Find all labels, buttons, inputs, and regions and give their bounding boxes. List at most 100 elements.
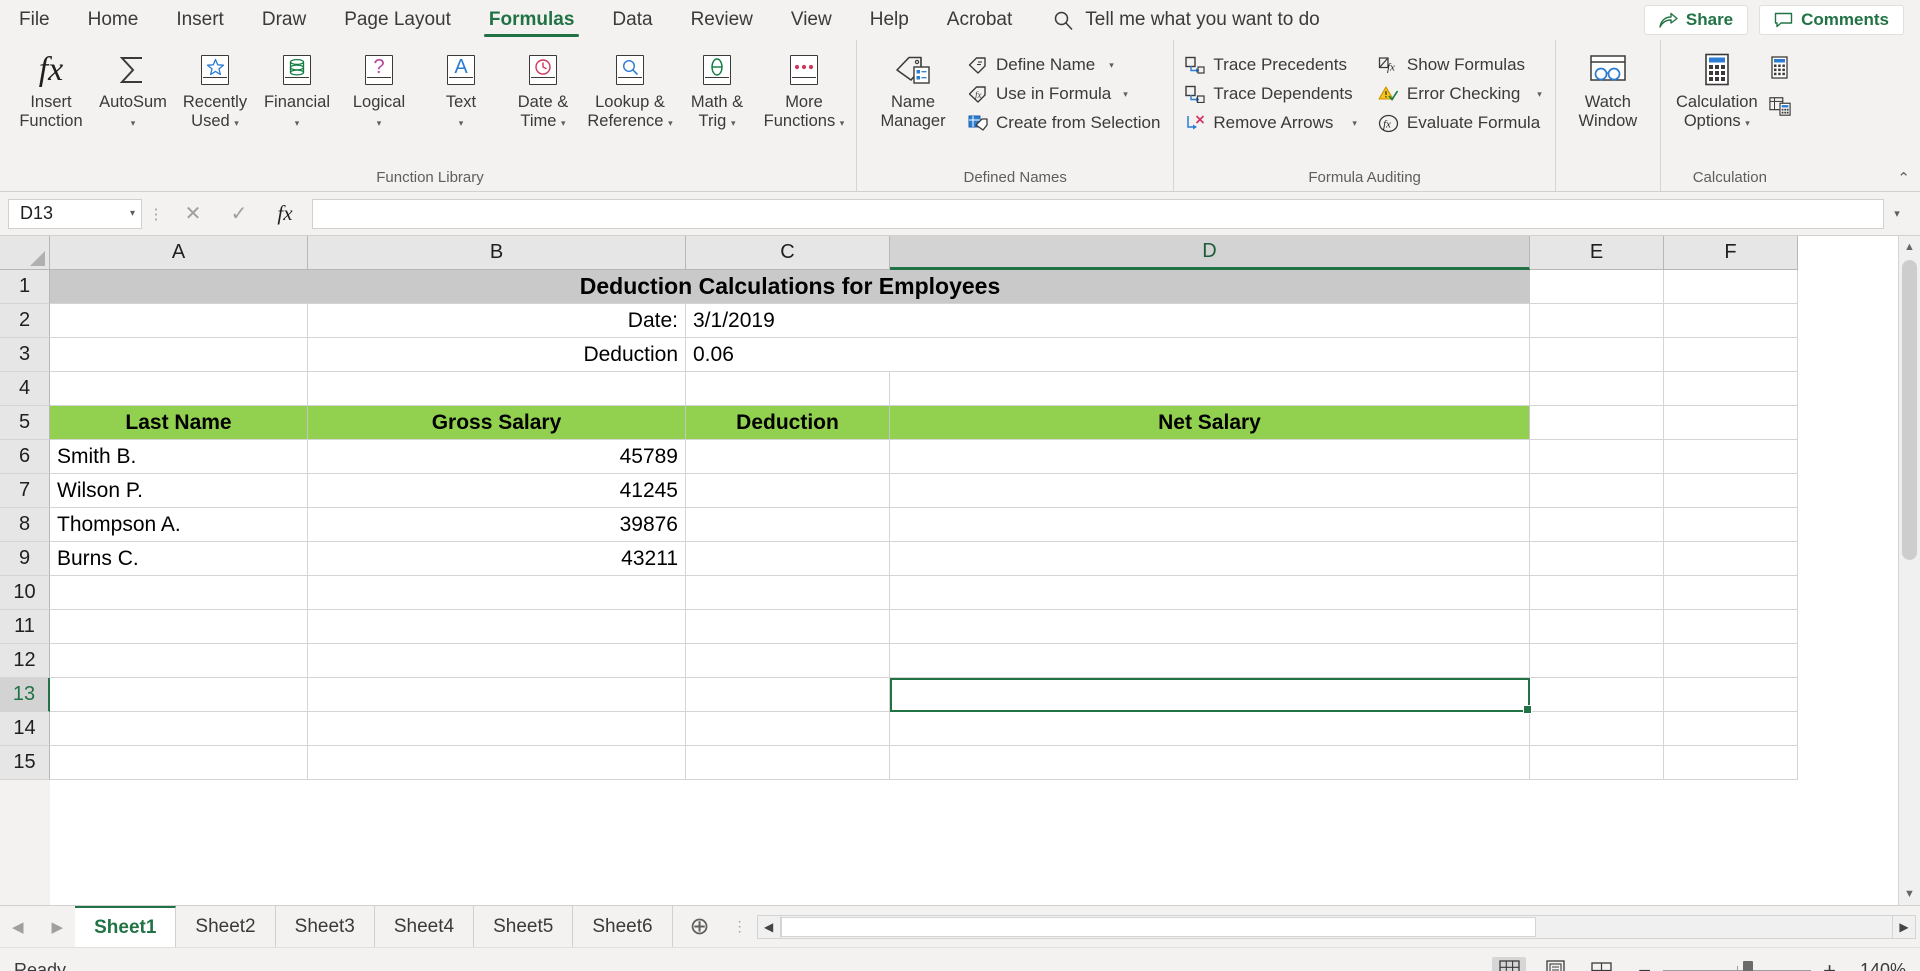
chevron-down-icon[interactable]: ▾ xyxy=(1537,89,1542,99)
cell-F8[interactable] xyxy=(1664,508,1798,542)
cell-F7[interactable] xyxy=(1664,474,1798,508)
financial-button[interactable]: Financial ▾ xyxy=(256,45,338,135)
cell-E9[interactable] xyxy=(1530,542,1664,576)
name-box-resize-handle[interactable]: ⋮ xyxy=(142,205,170,223)
trace-precedents-button[interactable]: Trace Precedents xyxy=(1180,52,1364,78)
vertical-scrollbar[interactable]: ▲ ▼ xyxy=(1898,236,1920,905)
cell-E6[interactable] xyxy=(1530,440,1664,474)
chevron-down-icon[interactable]: ▾ xyxy=(561,118,566,128)
lookup-reference-button[interactable]: Lookup & Reference ▾ xyxy=(584,45,676,135)
chevron-down-icon[interactable]: ▾ xyxy=(377,118,382,128)
cell-F15[interactable] xyxy=(1664,746,1798,780)
calculate-now-button[interactable] xyxy=(1767,55,1793,81)
chevron-down-icon[interactable]: ▾ xyxy=(1109,60,1114,70)
chevron-down-icon[interactable]: ▾ xyxy=(131,118,136,128)
horizontal-scroll-track[interactable] xyxy=(780,914,1892,939)
cell-D8[interactable] xyxy=(890,508,1530,542)
row-header-5[interactable]: 5 xyxy=(0,406,50,440)
cell-E5[interactable] xyxy=(1530,406,1664,440)
cell-F2[interactable] xyxy=(1664,304,1798,338)
collapse-ribbon-button[interactable]: ⌃ xyxy=(1897,169,1910,187)
cell-A3[interactable] xyxy=(50,338,308,372)
cell-A14[interactable] xyxy=(50,712,308,746)
next-sheet-button[interactable]: ▶ xyxy=(46,918,70,936)
cell-B11[interactable] xyxy=(308,610,686,644)
cell-E4[interactable] xyxy=(1530,372,1664,406)
tell-me-box[interactable]: Tell me what you want to do xyxy=(1031,0,1333,40)
comments-button[interactable]: Comments xyxy=(1759,5,1904,35)
cell-C9[interactable] xyxy=(686,542,890,576)
cell-B5[interactable]: Gross Salary xyxy=(308,406,686,440)
error-checking-button[interactable]: Error Checking ▾ xyxy=(1374,81,1549,107)
chevron-down-icon[interactable]: ▾ xyxy=(1352,118,1357,128)
sheet-tab-sheet6[interactable]: Sheet6 xyxy=(573,906,673,947)
cell-D4[interactable] xyxy=(890,372,1530,406)
insert-function-icon[interactable]: fx xyxy=(262,199,308,229)
expand-formula-bar-button[interactable]: ▾ xyxy=(1884,207,1910,220)
ribbon-tab-review[interactable]: Review xyxy=(672,0,772,40)
cell-C15[interactable] xyxy=(686,746,890,780)
cell-E10[interactable] xyxy=(1530,576,1664,610)
ribbon-tab-page-layout[interactable]: Page Layout xyxy=(325,0,470,40)
chevron-down-icon[interactable]: ▾ xyxy=(1123,89,1128,99)
row-header-8[interactable]: 8 xyxy=(0,508,50,542)
confirm-icon[interactable]: ✓ xyxy=(216,199,262,229)
cell-A11[interactable] xyxy=(50,610,308,644)
define-name-button[interactable]: Define Name ▾ xyxy=(963,52,1167,78)
logical-button[interactable]: ? Logical ▾ xyxy=(338,45,420,135)
column-header-a[interactable]: A xyxy=(50,236,308,270)
evaluate-formula-button[interactable]: fx Evaluate Formula xyxy=(1374,110,1549,136)
cell-C7[interactable] xyxy=(686,474,890,508)
vertical-scroll-thumb[interactable] xyxy=(1902,260,1917,560)
cell-B7[interactable]: 41245 xyxy=(308,474,686,508)
date-time-button[interactable]: Date & Time ▾ xyxy=(502,45,584,135)
scroll-right-button[interactable]: ▶ xyxy=(1892,914,1916,939)
ribbon-tab-help[interactable]: Help xyxy=(851,0,928,40)
cell-E14[interactable] xyxy=(1530,712,1664,746)
cell-B3[interactable]: Deduction xyxy=(308,338,686,372)
text-button[interactable]: A Text ▾ xyxy=(420,45,502,135)
chevron-down-icon[interactable]: ▾ xyxy=(459,118,464,128)
name-box[interactable]: D13 ▾ xyxy=(8,198,142,229)
zoom-in-button[interactable]: + xyxy=(1823,959,1836,971)
ribbon-tab-home[interactable]: Home xyxy=(69,0,158,40)
cell-F13[interactable] xyxy=(1664,678,1798,712)
row-header-6[interactable]: 6 xyxy=(0,440,50,474)
scroll-down-button[interactable]: ▼ xyxy=(1899,883,1920,905)
cell-C6[interactable] xyxy=(686,440,890,474)
horizontal-scroll-thumb[interactable] xyxy=(780,916,1537,937)
cell-C10[interactable] xyxy=(686,576,890,610)
cell-E8[interactable] xyxy=(1530,508,1664,542)
sheet-tab-sheet2[interactable]: Sheet2 xyxy=(176,906,276,947)
create-from-selection-button[interactable]: Create from Selection xyxy=(963,110,1167,136)
sheet-tab-sheet1[interactable]: Sheet1 xyxy=(75,906,177,947)
add-sheet-icon[interactable]: ⊕ xyxy=(673,906,727,947)
scroll-left-button[interactable]: ◀ xyxy=(756,914,781,939)
cell-A4[interactable] xyxy=(50,372,308,406)
cell-E13[interactable] xyxy=(1530,678,1664,712)
cell-B6[interactable]: 45789 xyxy=(308,440,686,474)
zoom-slider-thumb[interactable] xyxy=(1743,960,1754,971)
cell-C14[interactable] xyxy=(686,712,890,746)
ribbon-tab-formulas[interactable]: Formulas xyxy=(470,0,594,40)
recently-used-button[interactable]: Recently Used ▾ xyxy=(174,45,256,135)
row-header-11[interactable]: 11 xyxy=(0,610,50,644)
cell-B4[interactable] xyxy=(308,372,686,406)
cell-D9[interactable] xyxy=(890,542,1530,576)
chevron-down-icon[interactable]: ▾ xyxy=(731,118,736,128)
cell-F12[interactable] xyxy=(1664,644,1798,678)
cell-B2[interactable]: Date: xyxy=(308,304,686,338)
row-header-3[interactable]: 3 xyxy=(0,338,50,372)
chevron-down-icon[interactable]: ▾ xyxy=(234,118,239,128)
row-header-2[interactable]: 2 xyxy=(0,304,50,338)
column-header-b[interactable]: B xyxy=(308,236,686,270)
horizontal-scrollbar[interactable]: ◀ ▶ xyxy=(753,906,1920,947)
cell-F14[interactable] xyxy=(1664,712,1798,746)
ribbon-tab-insert[interactable]: Insert xyxy=(157,0,243,40)
cell-B10[interactable] xyxy=(308,576,686,610)
formula-input[interactable] xyxy=(312,198,1884,229)
cell-D6[interactable] xyxy=(890,440,1530,474)
zoom-out-button[interactable]: − xyxy=(1638,959,1651,971)
cell-D10[interactable] xyxy=(890,576,1530,610)
split-handle[interactable]: ⋮ xyxy=(727,906,753,947)
